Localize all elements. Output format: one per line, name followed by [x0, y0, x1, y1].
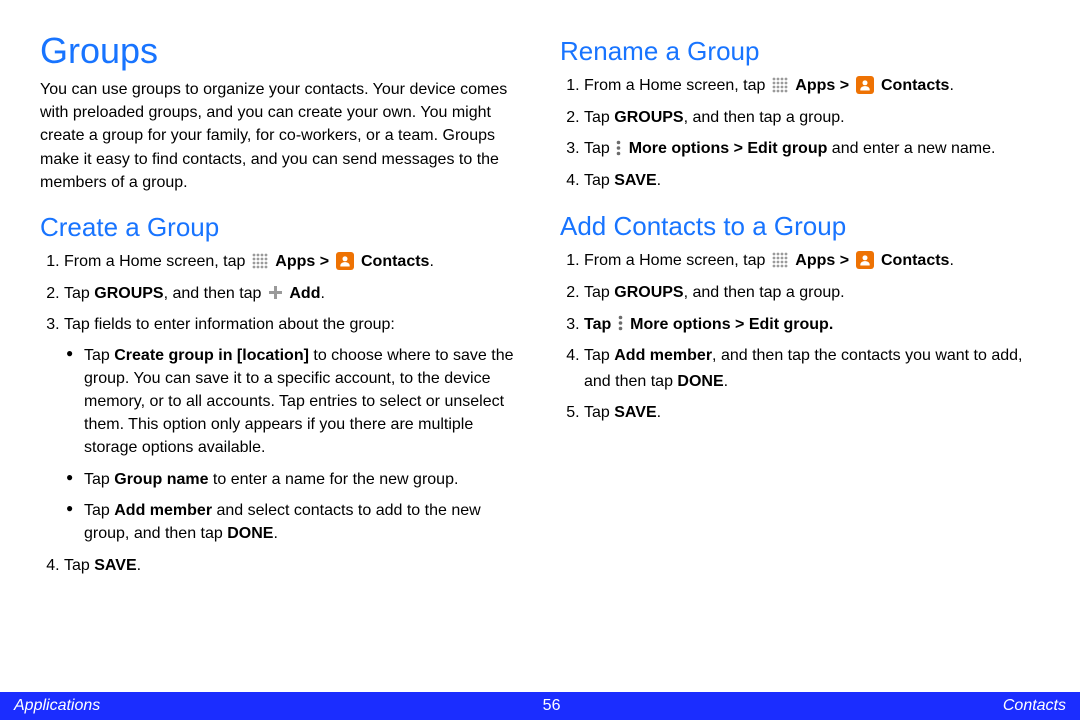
add-step-2: Tap GROUPS, and then tap a group. [584, 280, 1040, 306]
rename-group-heading: Rename a Group [560, 36, 1040, 67]
create-step-2: Tap GROUPS, and then tap Add. [64, 281, 520, 307]
more-options-icon [618, 315, 623, 331]
create-bullet-2: Tap Group name to enter a name for the n… [84, 468, 520, 491]
footer-left: Applications [14, 697, 100, 715]
footer-right: Contacts [1003, 697, 1066, 715]
rename-group-steps: From a Home screen, tap Apps > Contacts.… [560, 73, 1040, 193]
add-label: Add [289, 285, 320, 302]
add-contacts-steps: From a Home screen, tap Apps > Contacts.… [560, 248, 1040, 426]
rename-step-4: Tap SAVE. [584, 168, 1040, 194]
groups-heading: Groups [40, 30, 520, 72]
add-contacts-heading: Add Contacts to a Group [560, 211, 1040, 242]
groups-intro: You can use groups to organize your cont… [40, 78, 520, 194]
create-bullet-3: Tap Add member and select contacts to ad… [84, 499, 520, 545]
add-step-1: From a Home screen, tap Apps > Contacts. [584, 248, 1040, 274]
create-group-heading: Create a Group [40, 212, 520, 243]
create-group-steps: From a Home screen, tap Apps > Contacts.… [40, 249, 520, 579]
add-step-4: Tap Add member, and then tap the contact… [584, 343, 1040, 394]
apps-label: Apps > [275, 253, 333, 270]
apps-icon [252, 253, 268, 269]
create-step-3-bullets: Tap Create group in [location] to choose… [64, 344, 520, 546]
footer-page-number: 56 [543, 697, 561, 715]
rename-step-2: Tap GROUPS, and then tap a group. [584, 105, 1040, 131]
contacts-icon [856, 251, 874, 269]
left-column: Groups You can use groups to organize yo… [40, 30, 520, 692]
contacts-icon [336, 252, 354, 270]
create-step-1: From a Home screen, tap Apps > Contacts. [64, 249, 520, 275]
create-step-4: Tap SAVE. [64, 553, 520, 579]
create-bullet-1: Tap Create group in [location] to choose… [84, 344, 520, 460]
add-step-3: Tap More options > Edit group. [584, 312, 1040, 338]
apps-icon [772, 252, 788, 268]
rename-step-3: Tap More options > Edit group and enter … [584, 136, 1040, 162]
page-footer: Applications 56 Contacts [0, 692, 1080, 720]
create-step-3: Tap fields to enter information about th… [64, 312, 520, 545]
plus-icon [268, 285, 283, 300]
more-options-icon [616, 140, 621, 156]
add-step-5: Tap SAVE. [584, 400, 1040, 426]
rename-step-1: From a Home screen, tap Apps > Contacts. [584, 73, 1040, 99]
right-column: Rename a Group From a Home screen, tap A… [560, 30, 1040, 692]
apps-icon [772, 77, 788, 93]
contacts-label: Contacts [361, 253, 429, 270]
contacts-icon [856, 76, 874, 94]
